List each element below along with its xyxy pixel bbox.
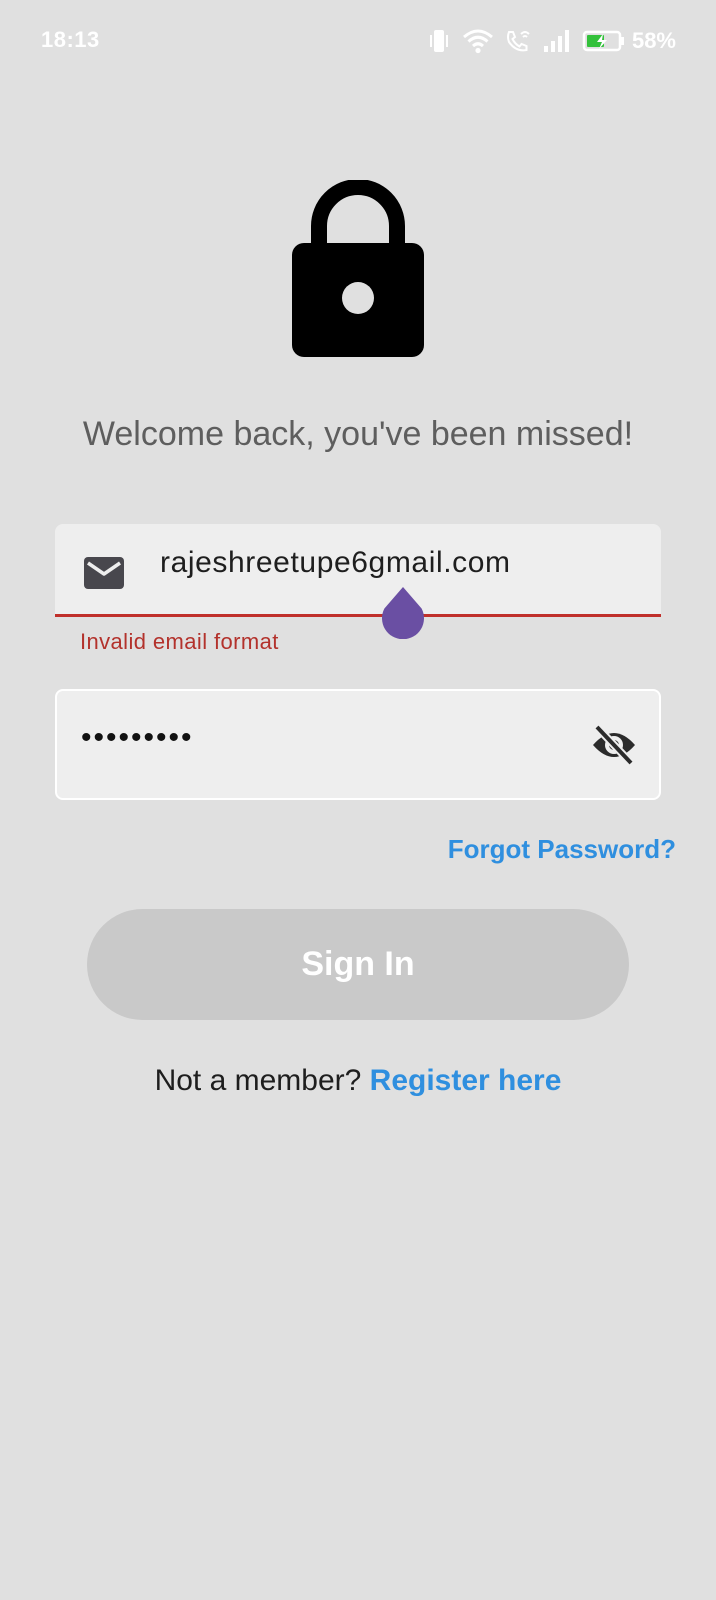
welcome-text: Welcome back, you've been missed! xyxy=(82,415,634,453)
eye-off-icon[interactable] xyxy=(591,725,637,765)
register-row: Not a member? Register here xyxy=(0,1064,716,1098)
lock-icon xyxy=(292,180,424,357)
mail-icon xyxy=(84,557,124,589)
status-icons: 58% xyxy=(426,26,676,56)
password-field[interactable]: ••••••••• xyxy=(55,689,661,800)
wifi-icon xyxy=(462,29,493,54)
register-prompt: Not a member? xyxy=(154,1064,362,1097)
email-field[interactable]: rajeshreetupe6gmail.com xyxy=(55,524,661,617)
signal-icon xyxy=(543,30,569,52)
wifi-calling-icon xyxy=(506,31,530,52)
sign-in-button[interactable]: Sign In xyxy=(87,909,629,1020)
password-input[interactable]: ••••••••• xyxy=(81,721,194,755)
sign-in-label: Sign In xyxy=(301,945,415,983)
login-screen: 18:13 58% Welcome back, you've been miss… xyxy=(0,0,716,1600)
text-cursor-handle[interactable] xyxy=(380,585,426,639)
vibrate-icon xyxy=(429,30,448,52)
battery-charging-icon xyxy=(582,30,624,52)
email-input[interactable]: rajeshreetupe6gmail.com xyxy=(160,546,511,580)
status-time: 18:13 xyxy=(41,27,100,52)
forgot-password-link[interactable]: Forgot Password? xyxy=(448,834,676,865)
battery-percent: 58% xyxy=(631,28,676,53)
register-link[interactable]: Register here xyxy=(370,1064,562,1097)
email-error-text: Invalid email format xyxy=(80,629,279,654)
status-bar: 18:13 58% xyxy=(0,0,716,84)
